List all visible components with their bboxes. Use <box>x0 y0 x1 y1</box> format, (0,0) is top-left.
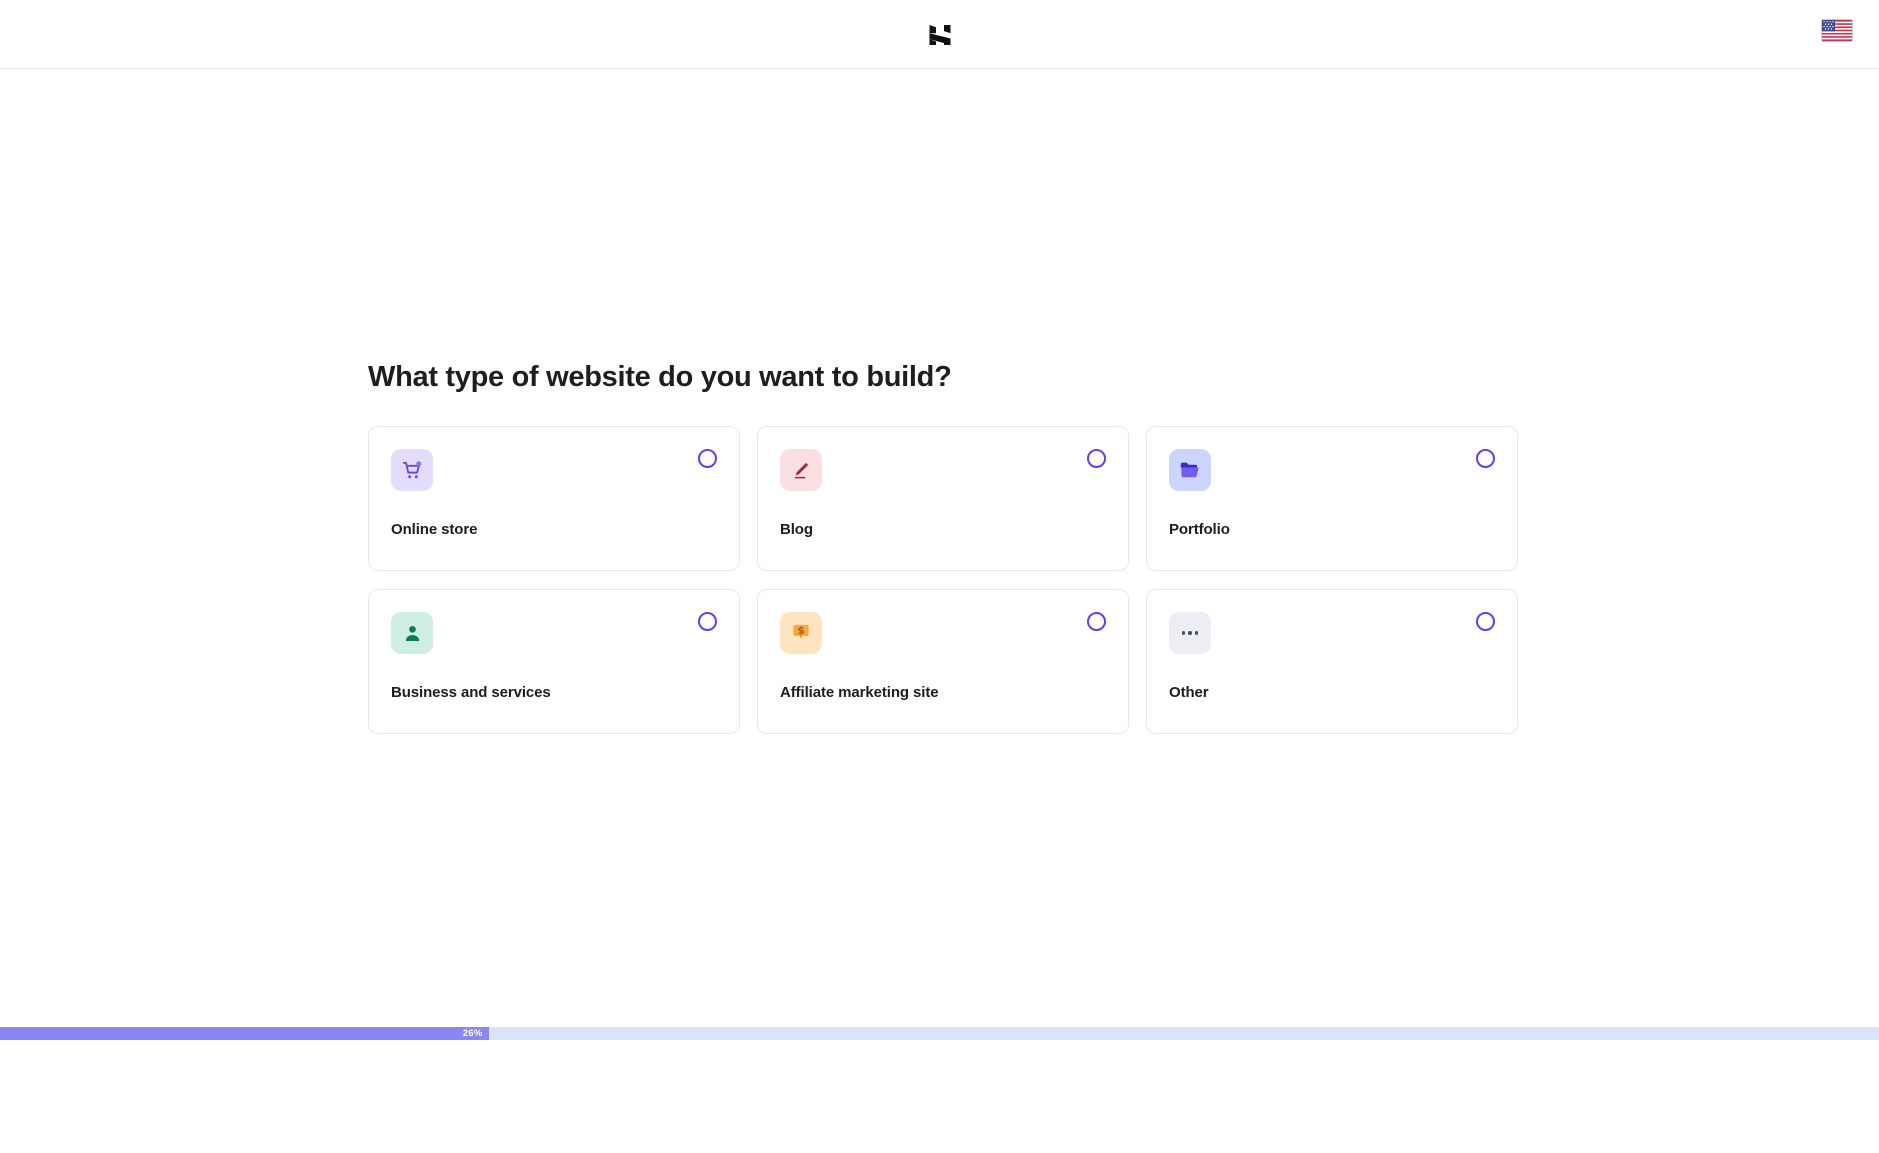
option-card-other[interactable]: Other <box>1146 589 1518 734</box>
person-icon <box>391 612 433 654</box>
website-type-options: Online store Blog Portfolio Business and… <box>368 426 1518 734</box>
dollar-speech-bubble-icon: $ <box>780 612 822 654</box>
option-radio-blog[interactable] <box>1087 449 1106 468</box>
question-panel: What type of website do you want to buil… <box>368 361 1518 734</box>
option-card-business-and-services[interactable]: Business and services <box>368 589 740 734</box>
hostinger-h-logo-icon <box>920 15 960 55</box>
svg-text:$: $ <box>797 625 804 637</box>
option-label: Portfolio <box>1169 521 1230 538</box>
pencil-edit-icon <box>780 449 822 491</box>
option-card-affiliate-marketing-site[interactable]: $ Affiliate marketing site <box>757 589 1129 734</box>
onboarding-progress-bar: 26% <box>0 1027 1879 1040</box>
option-card-portfolio[interactable]: Portfolio <box>1146 426 1518 571</box>
progress-fill: 26% <box>0 1027 489 1040</box>
option-radio-portfolio[interactable] <box>1476 449 1495 468</box>
option-label: Blog <box>780 521 813 538</box>
folder-icon <box>1169 449 1211 491</box>
option-label: Other <box>1169 684 1209 701</box>
progress-percent-label: 26% <box>462 1028 483 1039</box>
option-radio-affiliate-marketing-site[interactable] <box>1087 612 1106 631</box>
option-radio-business-and-services[interactable] <box>698 612 717 631</box>
app-header <box>0 0 1879 69</box>
option-radio-online-store[interactable] <box>698 449 717 468</box>
main-content: What type of website do you want to buil… <box>0 69 1879 1027</box>
ellipsis-icon <box>1169 612 1211 654</box>
footer-bar: Back Create blank site Next <box>0 1040 1879 1153</box>
option-label: Affiliate marketing site <box>780 684 939 701</box>
us-flag-icon[interactable] <box>1821 19 1853 42</box>
shopping-cart-icon <box>391 449 433 491</box>
onboarding-page: What type of website do you want to buil… <box>0 0 1879 1153</box>
option-label: Business and services <box>391 684 551 701</box>
option-card-online-store[interactable]: Online store <box>368 426 740 571</box>
page-title: What type of website do you want to buil… <box>368 361 952 393</box>
option-label: Online store <box>391 521 478 538</box>
option-card-blog[interactable]: Blog <box>757 426 1129 571</box>
option-radio-other[interactable] <box>1476 612 1495 631</box>
